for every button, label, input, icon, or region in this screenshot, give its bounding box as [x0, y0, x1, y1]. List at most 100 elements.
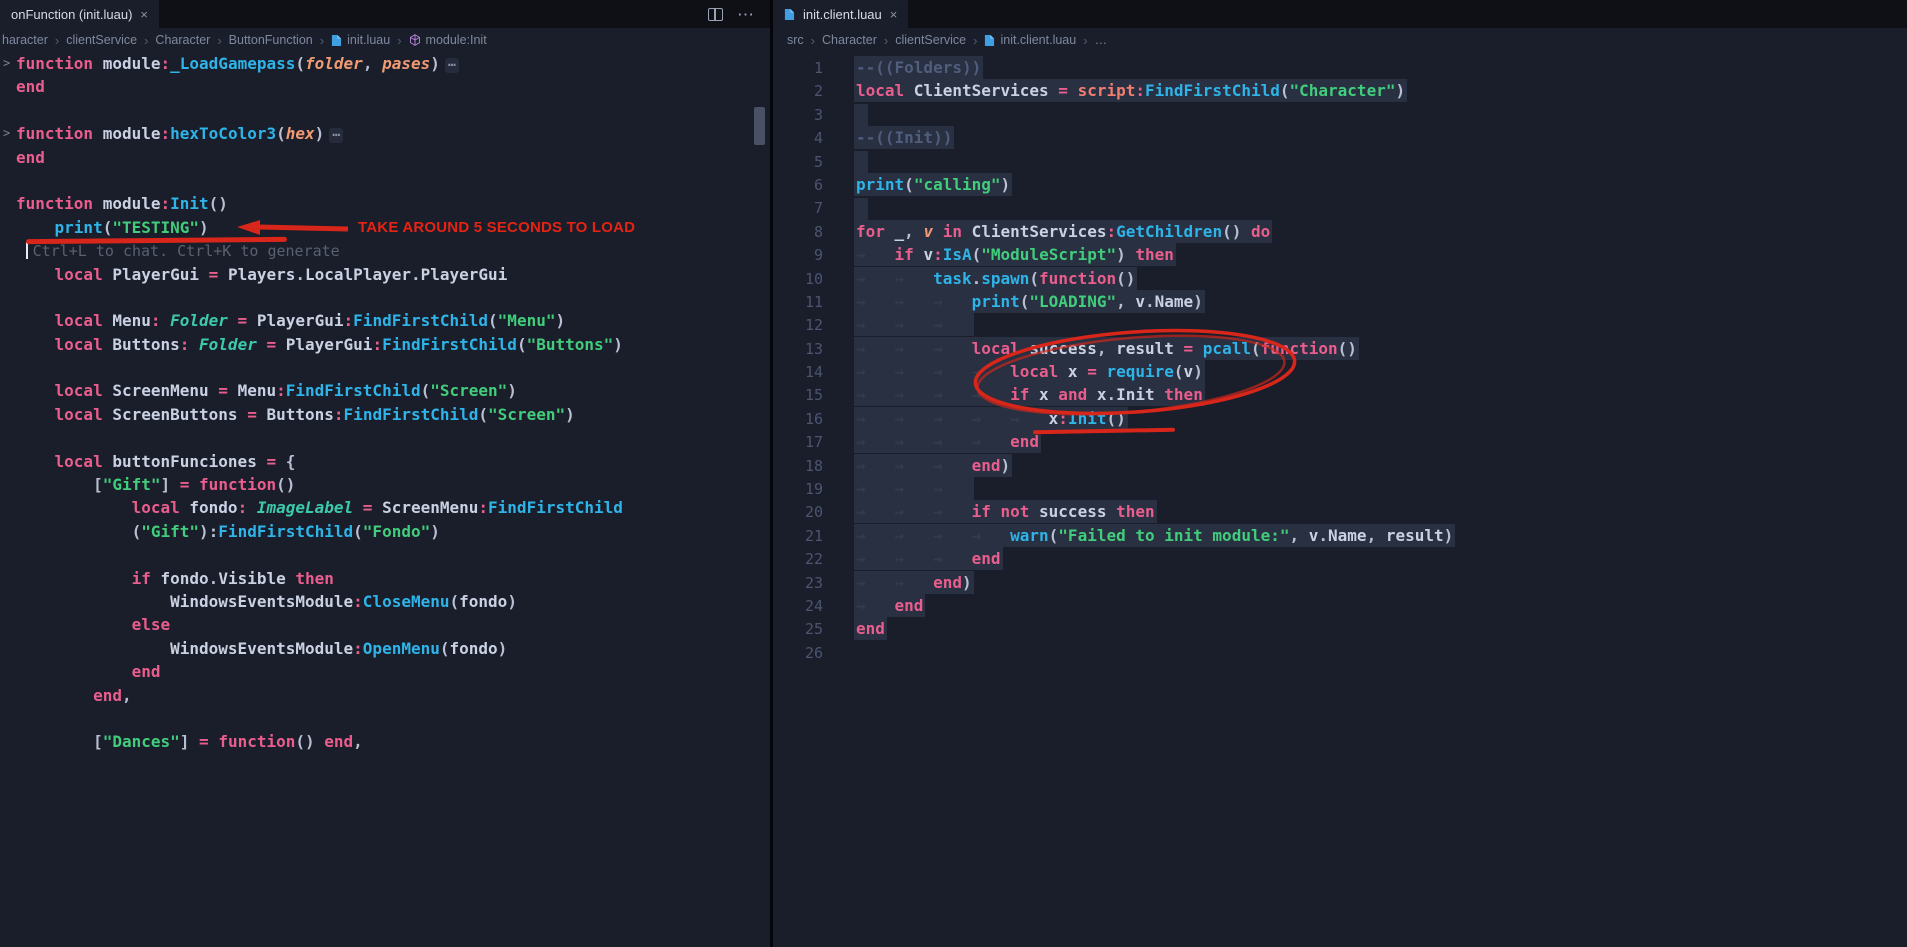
code-line[interactable]: 10 → → task.spawn(function(): [773, 267, 1907, 290]
code-line[interactable]: WindowsEventsModule:OpenMenu(fondo): [0, 637, 770, 660]
code-line[interactable]: 15 → → → → if x and x.Init then: [773, 383, 1907, 406]
code-line[interactable]: [0, 426, 770, 449]
code-line[interactable]: 22 → → → end: [773, 547, 1907, 570]
left-editor[interactable]: > function module:_LoadGamepass(folder, p…: [0, 52, 770, 947]
tab-close-icon[interactable]: ×: [890, 8, 898, 21]
breadcrumb-item[interactable]: haracter: [2, 33, 48, 47]
line-number: 20: [804, 503, 823, 522]
code-line[interactable]: 1 --((Folders)): [773, 56, 1907, 79]
code-line[interactable]: function module:Init(): [0, 192, 770, 215]
code-line[interactable]: 2 local ClientServices = script:FindFirst…: [773, 79, 1907, 102]
line-number: 2: [813, 82, 823, 101]
code-line[interactable]: end: [0, 75, 770, 98]
code-line[interactable]: 12 → → →: [773, 313, 1907, 336]
breadcrumb-item[interactable]: clientService: [895, 33, 966, 47]
breadcrumb-item[interactable]: src: [787, 33, 804, 47]
code-line[interactable]: 13 → → → local success, result = pcall(fu…: [773, 337, 1907, 360]
code-line[interactable]: 24 → end: [773, 594, 1907, 617]
code-line[interactable]: 18 → → → end): [773, 454, 1907, 477]
code-line[interactable]: 4 --((Init)): [773, 126, 1907, 149]
line-number: 1: [813, 59, 823, 77]
breadcrumb-item[interactable]: clientService: [66, 33, 137, 47]
code-line[interactable]: local PlayerGui = Players.LocalPlayer.Pl…: [0, 263, 770, 286]
line-number: 16: [804, 409, 823, 428]
breadcrumb: haracter › clientService › Character › B…: [0, 28, 770, 52]
fold-chevron-icon[interactable]: >: [3, 52, 10, 75]
split-editor-icon[interactable]: [708, 7, 723, 21]
code-line[interactable]: local ScreenButtons = Buttons:FindFirstC…: [0, 403, 770, 426]
line-number: 6: [813, 175, 823, 194]
breadcrumb-item[interactable]: Character: [822, 33, 877, 47]
line-number: 14: [804, 363, 823, 382]
breadcrumb-item[interactable]: …: [1095, 33, 1108, 47]
code-line[interactable]: Ctrl+L to chat. Ctrl+K to generate: [0, 239, 770, 262]
code-line[interactable]: [0, 543, 770, 566]
breadcrumb-item[interactable]: module:Init: [426, 33, 487, 47]
file-icon: [984, 34, 995, 47]
tab-label: init.client.luau: [803, 6, 882, 22]
fold-chevron-icon[interactable]: >: [3, 122, 10, 145]
code-line[interactable]: if fondo.Visible then: [0, 567, 770, 590]
breadcrumb-item[interactable]: ButtonFunction: [229, 33, 313, 47]
code-line[interactable]: WindowsEventsModule:CloseMenu(fondo): [0, 590, 770, 613]
code-line[interactable]: 20 → → → if not success then: [773, 500, 1907, 523]
code-line[interactable]: else: [0, 613, 770, 636]
code-line[interactable]: local ScreenMenu = Menu:FindFirstChild("…: [0, 379, 770, 402]
code-line[interactable]: [0, 286, 770, 309]
line-number: 18: [804, 456, 823, 475]
code-line[interactable]: 7: [773, 196, 1907, 219]
code-line[interactable]: end,: [0, 684, 770, 707]
code-line[interactable]: local fondo: ImageLabel = ScreenMenu:Fin…: [0, 496, 770, 519]
line-number: 11: [804, 292, 823, 311]
code-line[interactable]: 6 print("calling"): [773, 173, 1907, 196]
right-code: 1 --((Folders)) 2 local ClientServices = sc…: [773, 52, 1907, 664]
tab-actions: ⋯: [708, 0, 770, 28]
code-line[interactable]: [0, 707, 770, 730]
line-number: 21: [804, 526, 823, 545]
scrollbar-thumb[interactable]: [754, 107, 765, 145]
right-editor[interactable]: 1 --((Folders)) 2 local ClientServices = sc…: [773, 52, 1907, 947]
line-number: 17: [804, 433, 823, 452]
code-line[interactable]: ["Dances"] = function() end,: [0, 730, 770, 753]
code-line[interactable]: 26: [773, 641, 1907, 664]
code-line[interactable]: 8 for _, v in ClientServices:GetChildren(…: [773, 220, 1907, 243]
tab-init-client-luau[interactable]: init.client.luau ×: [773, 0, 909, 28]
breadcrumb-item[interactable]: init.luau: [347, 33, 390, 47]
line-number: 5: [813, 152, 823, 171]
code-line[interactable]: end: [0, 146, 770, 169]
more-actions-icon[interactable]: ⋯: [737, 6, 754, 23]
code-line[interactable]: > function module:_LoadGamepass(folder, p…: [0, 52, 770, 75]
code-line[interactable]: 3: [773, 103, 1907, 126]
chevron-right-icon: ›: [883, 32, 889, 48]
tab-init-luau[interactable]: onFunction (init.luau) ×: [0, 0, 159, 28]
chevron-right-icon: ›: [54, 32, 60, 48]
code-line[interactable]: end: [0, 660, 770, 683]
code-line[interactable]: 19 → → →: [773, 477, 1907, 500]
code-line[interactable]: local Menu: Folder = PlayerGui:FindFirst…: [0, 309, 770, 332]
code-line[interactable]: ["Gift"] = function(): [0, 473, 770, 496]
code-line[interactable]: local Buttons: Folder = PlayerGui:FindFi…: [0, 333, 770, 356]
code-line[interactable]: 11 → → → print("LOADING", v.Name): [773, 290, 1907, 313]
code-line[interactable]: ("Gift"):FindFirstChild("Fondo"): [0, 520, 770, 543]
code-line[interactable]: 16 → → → → → x:Init(): [773, 407, 1907, 430]
chevron-right-icon: ›: [973, 32, 978, 48]
code-line[interactable]: 25 end: [773, 617, 1907, 640]
line-number: 26: [804, 643, 823, 662]
code-line[interactable]: [0, 356, 770, 379]
breadcrumb-item[interactable]: Character: [155, 33, 210, 47]
file-icon: [784, 8, 795, 21]
code-line[interactable]: 23 → → end): [773, 571, 1907, 594]
code-line[interactable]: > function module:hexToColor3(hex) ⋯: [0, 122, 770, 145]
code-line[interactable]: 21 → → → → warn("Failed to init module:",…: [773, 524, 1907, 547]
code-line[interactable]: local buttonFunciones = {: [0, 450, 770, 473]
code-line[interactable]: print("TESTING"): [0, 216, 770, 239]
code-line[interactable]: [0, 169, 770, 192]
breadcrumb-item[interactable]: init.client.luau: [1000, 33, 1076, 47]
code-line[interactable]: 5: [773, 150, 1907, 173]
line-number: 3: [813, 105, 823, 124]
tab-close-icon[interactable]: ×: [140, 8, 148, 21]
code-line[interactable]: [0, 99, 770, 122]
code-line[interactable]: 14 → → → → local x = require(v): [773, 360, 1907, 383]
code-line[interactable]: 9 → if v:IsA("ModuleScript") then: [773, 243, 1907, 266]
code-line[interactable]: 17 → → → → end: [773, 430, 1907, 453]
